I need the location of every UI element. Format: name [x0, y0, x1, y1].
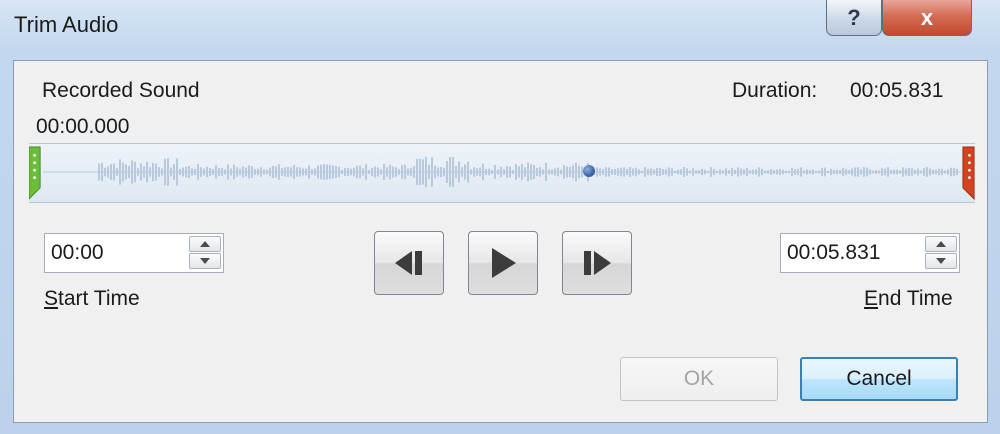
end-time-field — [780, 233, 960, 273]
start-time-field — [44, 233, 224, 273]
duration-value: 00:05.831 — [850, 79, 944, 102]
dialog-title: Trim Audio — [14, 12, 119, 37]
help-icon: ? — [847, 4, 861, 30]
play-icon — [492, 248, 516, 278]
arrow-up-icon — [200, 241, 210, 247]
end-time-input[interactable] — [787, 240, 917, 266]
start-trim-handle[interactable] — [29, 143, 42, 203]
waveform — [43, 156, 961, 188]
start-time-accesskey: S — [44, 287, 59, 310]
current-position: 00:00.000 — [36, 115, 130, 138]
end-time-accesskey: E — [864, 287, 879, 310]
start-time-input[interactable] — [51, 240, 181, 266]
previous-frame-button[interactable] — [374, 231, 444, 295]
dialog-body: Recorded Sound Duration: 00:05.831 00:00… — [13, 60, 988, 423]
arrow-down-icon — [936, 258, 946, 264]
end-time-up-button[interactable] — [925, 236, 957, 252]
arrow-down-icon — [200, 258, 210, 264]
close-button[interactable]: x — [882, 0, 972, 36]
start-time-label: Start Time — [44, 287, 140, 311]
end-time-down-button[interactable] — [925, 253, 957, 269]
end-time-label: End Time — [864, 287, 953, 311]
help-button[interactable]: ? — [826, 0, 882, 36]
title-bar: Trim Audio ? x — [0, 0, 1000, 54]
next-frame-icon — [584, 251, 611, 275]
end-trim-handle[interactable] — [962, 143, 975, 203]
duration-label: Duration: — [732, 79, 818, 102]
cancel-button[interactable]: Cancel — [800, 357, 958, 401]
previous-frame-icon — [395, 251, 422, 275]
start-time-up-button[interactable] — [189, 236, 221, 252]
trim-audio-dialog: Trim Audio ? x Recorded Sound Duration: … — [0, 0, 1000, 434]
play-button[interactable] — [468, 231, 538, 295]
start-time-down-button[interactable] — [189, 253, 221, 269]
start-time-label-text: tart Time — [58, 287, 140, 310]
playhead[interactable] — [583, 165, 595, 177]
next-frame-button[interactable] — [562, 231, 632, 295]
ok-button[interactable]: OK — [620, 357, 778, 401]
arrow-up-icon — [936, 241, 946, 247]
end-time-spinner — [925, 236, 957, 270]
end-time-label-text: nd Time — [878, 287, 953, 310]
audio-timeline[interactable] — [29, 143, 975, 203]
close-icon: x — [920, 4, 934, 30]
audio-name: Recorded Sound — [42, 79, 200, 102]
start-time-spinner — [189, 236, 221, 270]
